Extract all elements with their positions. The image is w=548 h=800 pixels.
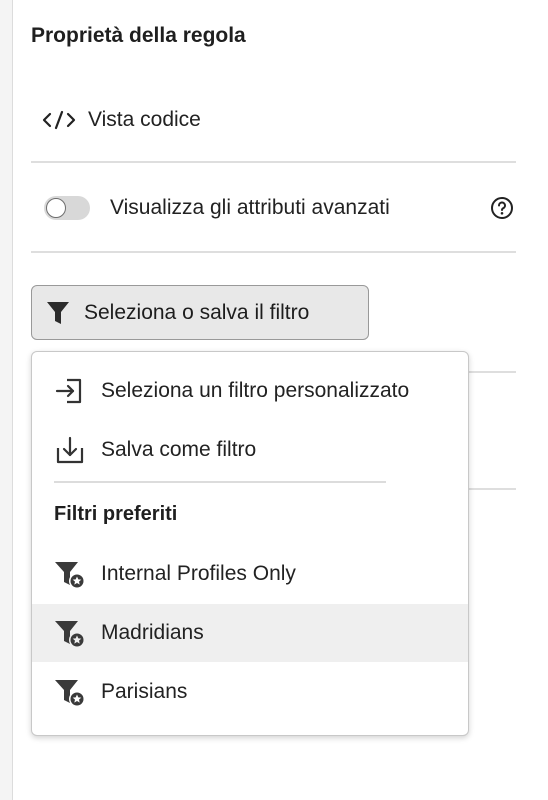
favorite-filter-icon: [52, 615, 88, 651]
menu-item-label: Seleziona un filtro personalizzato: [101, 379, 410, 402]
filter-dropdown-menu: Seleziona un filtro personalizzato Salva…: [31, 351, 469, 736]
divider: [469, 371, 516, 373]
toggle-knob: [46, 198, 66, 218]
code-view-label: Vista codice: [88, 108, 201, 131]
favorite-filter-item[interactable]: Internal Profiles Only: [32, 545, 468, 603]
panel-title: Proprietà della regola: [31, 24, 246, 47]
select-or-save-filter-button[interactable]: Seleziona o salva il filtro: [31, 285, 369, 340]
favorite-filters-heading: Filtri preferiti: [54, 503, 178, 525]
filter-button-label: Seleziona o salva il filtro: [84, 300, 310, 324]
divider: [469, 488, 516, 490]
favorite-filter-icon: [52, 556, 88, 592]
panel-left-border: [0, 0, 13, 800]
menu-item-label: Salva come filtro: [101, 438, 257, 461]
help-icon[interactable]: [490, 196, 514, 220]
advanced-attributes-row: Visualizza gli attributi avanzati: [44, 190, 514, 226]
advanced-attributes-toggle[interactable]: [44, 196, 90, 220]
favorite-filter-label: Madridians: [101, 621, 204, 644]
favorite-filter-icon: [52, 674, 88, 710]
favorite-filter-label: Internal Profiles Only: [101, 562, 296, 585]
menu-separator: [54, 481, 386, 483]
import-icon: [52, 373, 88, 409]
code-icon: [42, 109, 76, 131]
favorite-filter-item[interactable]: Parisians: [32, 663, 468, 721]
menu-item-save-as-filter[interactable]: Salva come filtro: [32, 421, 468, 479]
divider: [31, 161, 516, 163]
favorite-filter-label: Parisians: [101, 680, 188, 703]
save-download-icon: [52, 432, 88, 468]
advanced-attributes-label: Visualizza gli attributi avanzati: [110, 196, 390, 219]
favorite-filter-item[interactable]: Madridians: [32, 604, 468, 662]
code-view-link[interactable]: Vista codice: [42, 103, 201, 137]
divider: [31, 251, 516, 253]
filter-icon: [46, 300, 70, 326]
menu-item-select-custom-filter[interactable]: Seleziona un filtro personalizzato: [32, 362, 468, 420]
